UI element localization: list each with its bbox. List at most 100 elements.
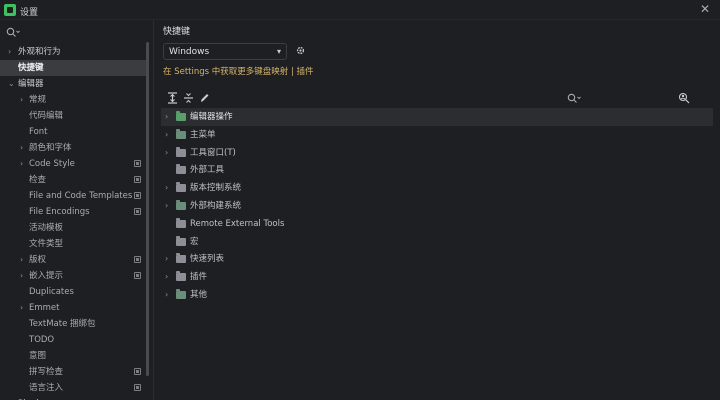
title-bar: 设置 ✕ bbox=[0, 0, 720, 20]
action-search-input[interactable] bbox=[565, 91, 675, 107]
sidebar-item[interactable]: Duplicates bbox=[0, 284, 146, 300]
sidebar-item-label: 语言注入 bbox=[29, 383, 64, 393]
keymap-select[interactable]: Windows ▾ bbox=[163, 43, 287, 60]
sidebar-item[interactable]: Plugins bbox=[0, 396, 146, 400]
project-settings-icon bbox=[134, 256, 141, 263]
sidebar-item[interactable]: › 外观和行为 bbox=[0, 44, 146, 60]
edit-pencil-icon[interactable] bbox=[199, 92, 210, 104]
expand-all-icon[interactable] bbox=[167, 92, 178, 104]
app-logo-icon bbox=[4, 4, 16, 16]
project-settings-icon bbox=[134, 384, 141, 391]
sidebar-item[interactable]: 快捷键 bbox=[0, 60, 146, 76]
sidebar-item-label: 代码编辑 bbox=[29, 111, 64, 121]
chevron-right-icon[interactable]: › bbox=[165, 197, 168, 215]
sidebar-item[interactable]: Font bbox=[0, 124, 146, 140]
sidebar-item-label: 常规 bbox=[29, 95, 47, 105]
action-group-label: 宏 bbox=[190, 237, 199, 247]
sidebar-item[interactable]: › 嵌入提示 bbox=[0, 268, 146, 284]
sidebar-item[interactable]: 检查 bbox=[0, 172, 146, 188]
sidebar-item-label: Code Style bbox=[29, 159, 75, 169]
folder-icon bbox=[176, 236, 186, 246]
chevron-right-icon[interactable]: › bbox=[20, 156, 23, 172]
chevron-right-icon[interactable]: › bbox=[165, 144, 168, 162]
project-settings-icon bbox=[134, 176, 141, 183]
action-group-row[interactable]: › 工具窗口(T) bbox=[161, 144, 713, 162]
chevron-right-icon[interactable]: › bbox=[20, 300, 23, 316]
action-group-label: 外部构建系统 bbox=[190, 201, 242, 211]
action-group-row[interactable]: › 编辑器操作 bbox=[161, 108, 713, 126]
sidebar-item[interactable]: 代码编辑 bbox=[0, 108, 146, 124]
sidebar-item[interactable]: 活动模板 bbox=[0, 220, 146, 236]
sidebar-item-label: Duplicates bbox=[29, 287, 74, 297]
chevron-right-icon[interactable]: › bbox=[20, 140, 23, 156]
sidebar-item[interactable]: 拼写检查 bbox=[0, 364, 146, 380]
sidebar-item[interactable]: › 版权 bbox=[0, 252, 146, 268]
action-group-row[interactable]: › 插件 bbox=[161, 268, 713, 286]
project-settings-icon bbox=[134, 192, 141, 199]
sidebar-item-label: 颜色和字体 bbox=[29, 143, 72, 153]
keymap-select-value: Windows bbox=[169, 47, 210, 57]
search-icon bbox=[6, 27, 20, 37]
sidebar-item[interactable]: File and Code Templates bbox=[0, 188, 146, 204]
chevron-right-icon[interactable]: › bbox=[165, 108, 168, 126]
chevron-right-icon[interactable]: › bbox=[165, 179, 168, 197]
page-title: 快捷键 bbox=[163, 27, 191, 37]
collapse-all-icon[interactable] bbox=[183, 92, 194, 104]
action-group-row[interactable]: 宏 bbox=[161, 233, 713, 251]
sidebar-item[interactable]: 意图 bbox=[0, 348, 146, 364]
find-by-shortcut-icon[interactable] bbox=[678, 92, 690, 104]
folder-icon bbox=[176, 147, 186, 157]
folder-icon bbox=[176, 218, 186, 228]
action-group-row[interactable]: › 外部构建系统 bbox=[161, 197, 713, 215]
action-group-row[interactable]: › 其他 bbox=[161, 286, 713, 304]
sidebar-item-label: Font bbox=[29, 127, 48, 137]
chevron-right-icon[interactable]: › bbox=[20, 268, 23, 284]
sidebar-item[interactable]: › Emmet bbox=[0, 300, 146, 316]
keymap-panel: 快捷键 Windows ▾ 在 Settings 中获取更多键盘映射 | 插件 bbox=[155, 20, 720, 400]
chevron-right-icon[interactable]: › bbox=[20, 252, 23, 268]
sidebar-item-label: 版权 bbox=[29, 255, 47, 265]
sidebar-item[interactable]: 文件类型 bbox=[0, 236, 146, 252]
action-group-row[interactable]: 外部工具 bbox=[161, 161, 713, 179]
project-settings-icon bbox=[134, 160, 141, 167]
sidebar-item[interactable]: › Code Style bbox=[0, 156, 146, 172]
action-group-row[interactable]: › 版本控制系统 bbox=[161, 179, 713, 197]
action-group-row[interactable]: Remote External Tools bbox=[161, 215, 713, 233]
get-more-keymaps-link[interactable]: 在 Settings 中获取更多键盘映射 | 插件 bbox=[163, 65, 314, 77]
chevron-right-icon[interactable]: › bbox=[8, 44, 11, 60]
sidebar-item[interactable]: › 常规 bbox=[0, 92, 146, 108]
chevron-right-icon[interactable]: › bbox=[165, 286, 168, 304]
folder-icon bbox=[176, 271, 186, 281]
sidebar-item-label: TextMate 捆绑包 bbox=[29, 319, 96, 329]
sidebar-scrollbar[interactable] bbox=[146, 42, 149, 376]
sidebar-item-label: 拼写检查 bbox=[29, 367, 64, 377]
sidebar-item-label: 活动模板 bbox=[29, 223, 64, 233]
sidebar-item[interactable]: › 颜色和字体 bbox=[0, 140, 146, 156]
chevron-right-icon[interactable]: › bbox=[165, 250, 168, 268]
chevron-right-icon[interactable]: › bbox=[20, 92, 23, 108]
sidebar-item[interactable]: TODO bbox=[0, 332, 146, 348]
sidebar-item-label: TODO bbox=[29, 335, 55, 345]
action-group-label: 工具窗口(T) bbox=[190, 148, 236, 158]
sidebar-item[interactable]: 语言注入 bbox=[0, 380, 146, 396]
window-title: 设置 bbox=[20, 8, 39, 18]
sidebar-item-label: Plugins bbox=[18, 396, 48, 400]
sidebar-item[interactable]: ⌄ 编辑器 bbox=[0, 76, 146, 92]
sidebar-item-label: 意图 bbox=[29, 351, 47, 361]
folder-icon bbox=[176, 164, 186, 174]
folder-icon bbox=[176, 182, 186, 192]
action-group-row[interactable]: › 快速列表 bbox=[161, 250, 713, 268]
gear-icon[interactable] bbox=[295, 45, 306, 56]
sidebar-item[interactable]: TextMate 捆绑包 bbox=[0, 316, 146, 332]
sidebar-item[interactable]: File Encodings bbox=[0, 204, 146, 220]
sidebar-item-label: 外观和行为 bbox=[18, 47, 61, 57]
sidebar-search-input[interactable] bbox=[6, 26, 146, 40]
chevron-right-icon[interactable]: › bbox=[165, 126, 168, 144]
chevron-right-icon[interactable]: › bbox=[165, 268, 168, 286]
action-group-label: 主菜单 bbox=[190, 130, 216, 140]
close-icon[interactable]: ✕ bbox=[700, 2, 710, 16]
action-group-row[interactable]: › 主菜单 bbox=[161, 126, 713, 144]
project-settings-icon bbox=[134, 368, 141, 375]
chevron-down-icon[interactable]: ⌄ bbox=[8, 76, 15, 92]
project-settings-icon bbox=[134, 208, 141, 215]
